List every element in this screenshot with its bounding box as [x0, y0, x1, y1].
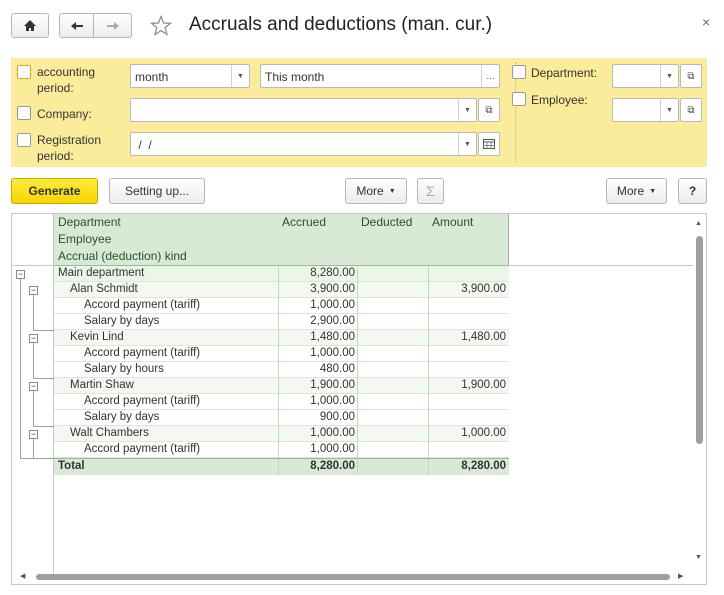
header-department: Department	[54, 214, 279, 232]
table-row[interactable]: Salary by days 2,900.00	[54, 314, 509, 330]
chevron-down-icon: ▼	[388, 187, 396, 195]
collapse-toggle[interactable]: −	[29, 430, 38, 439]
calendar-button[interactable]	[478, 132, 500, 156]
period-label: accounting period:	[37, 65, 96, 95]
period-type-select[interactable]: month ▼	[130, 64, 250, 88]
department-field[interactable]: ▼	[612, 64, 679, 88]
home-icon	[24, 20, 36, 31]
sum-button[interactable]: Σ	[417, 178, 444, 204]
header-amount: Amount	[428, 214, 509, 266]
collapse-toggle[interactable]: −	[29, 334, 38, 343]
tree-line	[20, 278, 21, 458]
horizontal-scrollbar[interactable]: ◀ ▶	[12, 570, 693, 584]
company-open-button[interactable]: ⧉	[478, 98, 500, 122]
tree-line	[33, 438, 34, 458]
setting-up-button[interactable]: Setting up...	[109, 178, 205, 204]
report-area[interactable]: Department Employee Accrual (deduction) …	[11, 213, 707, 585]
registration-label: Registration period:	[37, 133, 102, 163]
star-icon[interactable]	[150, 15, 172, 37]
table-row[interactable]: Salary by days 900.00	[54, 410, 509, 426]
tree-line	[33, 294, 34, 330]
chevron-down-icon[interactable]: ▼	[231, 65, 249, 87]
employee-checkbox[interactable]	[512, 92, 526, 106]
table-row[interactable]: Martin Shaw 1,900.00 1,900.00	[54, 378, 509, 394]
table-row[interactable]: Alan Schmidt 3,900.00 3,900.00	[54, 282, 509, 298]
open-icon: ⧉	[687, 104, 695, 116]
collapse-toggle[interactable]: −	[16, 270, 25, 279]
tree-line	[33, 390, 34, 426]
period-value-field[interactable]: This month ...	[260, 64, 500, 88]
tree-line	[33, 426, 54, 427]
arrow-right-icon	[106, 21, 119, 30]
chevron-down-icon[interactable]: ▼	[458, 133, 476, 155]
table-row[interactable]: Accord payment (tariff) 1,000.00	[54, 394, 509, 410]
tree-line	[33, 342, 34, 378]
tree-line	[20, 458, 54, 459]
employee-label: Employee:	[531, 93, 588, 107]
table-row[interactable]: Salary by hours 480.00	[54, 362, 509, 378]
header-employee: Employee	[54, 231, 279, 249]
back-button[interactable]	[59, 13, 94, 38]
company-field[interactable]: ▼	[130, 98, 477, 122]
chevron-down-icon: ▼	[649, 187, 657, 195]
page-title: Accruals and deductions (man. cur.)	[189, 14, 493, 35]
help-button[interactable]: ?	[678, 178, 707, 204]
forward-button[interactable]	[93, 13, 132, 38]
scroll-right-icon[interactable]: ▶	[678, 572, 683, 580]
vertical-scroll-thumb[interactable]	[696, 236, 703, 444]
tree-line	[33, 330, 54, 331]
employee-field[interactable]: ▼	[612, 98, 679, 122]
scroll-down-icon[interactable]: ▼	[695, 554, 702, 561]
filter-panel: accounting period: month ▼ This month ..…	[11, 58, 707, 167]
collapse-toggle[interactable]: −	[29, 286, 38, 295]
company-checkbox[interactable]	[17, 106, 31, 120]
table-row[interactable]: Kevin Lind 1,480.00 1,480.00	[54, 330, 509, 346]
chevron-down-icon[interactable]: ▼	[660, 99, 678, 121]
table-row[interactable]: Accord payment (tariff) 1,000.00	[54, 442, 509, 458]
table-row[interactable]: Walt Chambers 1,000.00 1,000.00	[54, 426, 509, 442]
sigma-icon: Σ	[426, 183, 435, 199]
arrow-left-icon	[70, 21, 83, 30]
header-accrued: Accrued	[278, 214, 358, 266]
generate-button[interactable]: Generate	[11, 178, 98, 204]
tree-line	[33, 378, 54, 379]
header-accrual-kind: Accrual (deduction) kind	[54, 248, 279, 266]
scroll-left-icon[interactable]: ◀	[20, 572, 25, 580]
horizontal-scroll-thumb[interactable]	[36, 574, 670, 580]
header-deducted: Deducted	[357, 214, 429, 266]
department-label: Department:	[531, 66, 598, 80]
employee-open-button[interactable]: ⧉	[680, 98, 702, 122]
chevron-down-icon[interactable]: ▼	[660, 65, 678, 87]
department-checkbox[interactable]	[512, 65, 526, 79]
table-row[interactable]: Accord payment (tariff) 1,000.00	[54, 346, 509, 362]
more-button-form[interactable]: More ▼	[606, 178, 667, 204]
total-row[interactable]: Total 8,280.00 8,280.00	[54, 458, 509, 475]
vertical-scrollbar[interactable]: ▲ ▼	[693, 214, 706, 570]
registration-checkbox[interactable]	[17, 133, 31, 147]
company-label: Company:	[37, 107, 92, 121]
department-open-button[interactable]: ⧉	[680, 64, 702, 88]
scroll-up-icon[interactable]: ▲	[695, 220, 702, 227]
collapse-toggle[interactable]: −	[29, 382, 38, 391]
ellipsis-button[interactable]: ...	[481, 65, 499, 87]
chevron-down-icon[interactable]: ▼	[458, 99, 476, 121]
home-button[interactable]	[11, 13, 49, 38]
registration-field[interactable]: / / ▼	[130, 132, 477, 156]
more-button-report[interactable]: More ▼	[345, 178, 407, 204]
table-row[interactable]: Accord payment (tariff) 1,000.00	[54, 298, 509, 314]
calendar-icon	[483, 139, 495, 149]
table-row[interactable]: Main department 8,280.00	[54, 266, 509, 282]
period-checkbox[interactable]	[17, 65, 31, 79]
close-icon[interactable]: ×	[702, 14, 710, 30]
open-icon: ⧉	[687, 70, 695, 82]
open-icon: ⧉	[485, 104, 493, 116]
